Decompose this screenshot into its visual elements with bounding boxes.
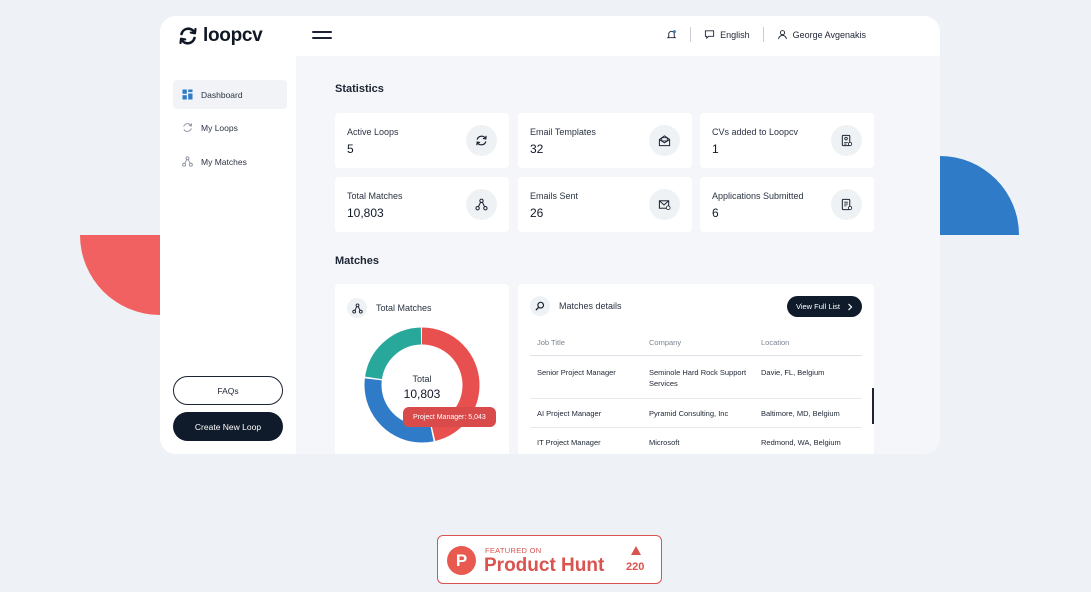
stat-value: 26 — [530, 206, 544, 220]
donut-center-label: Total — [412, 374, 432, 384]
loop-icon — [183, 123, 193, 132]
search-icon — [530, 296, 550, 316]
stat-card-applications-submitted: Applications Submitted 6 — [700, 177, 874, 232]
stat-label: Email Templates — [530, 127, 596, 137]
brand-logo[interactable]: loopcv — [178, 25, 263, 47]
cell-company: Pyramid Consulting, Inc — [649, 409, 729, 418]
stat-value: 32 — [530, 142, 544, 156]
network-icon — [466, 189, 497, 220]
brand-name: loopcv — [203, 25, 263, 46]
stat-label: Total Matches — [347, 191, 403, 201]
view-full-list-label: View Full List — [795, 302, 840, 311]
user-name: George Avgenakis — [792, 29, 866, 40]
language-label: English — [720, 29, 750, 40]
sidebar-item-dashboard[interactable]: Dashboard — [173, 80, 287, 109]
language-selector[interactable]: English — [704, 29, 750, 40]
cv-document-icon — [831, 125, 862, 156]
table-row[interactable]: Senior Project Manager Seminole Hard Roc… — [530, 364, 862, 399]
network-icon — [347, 298, 367, 318]
column-header-job-title[interactable]: Job Title — [537, 338, 645, 347]
donut-header: Total Matches — [347, 298, 432, 318]
matches-title: Matches — [335, 255, 380, 267]
stat-label: Active Loops — [347, 127, 399, 137]
matches-details-card: Matches details View Full List Job Title… — [518, 284, 874, 454]
create-new-loop-button[interactable]: Create New Loop — [173, 412, 283, 441]
refresh-icon — [466, 125, 497, 156]
stat-label: CVs added to Loopcv — [712, 127, 799, 137]
stat-card-cvs-added: CVs added to Loopcv 1 — [700, 113, 874, 168]
chat-bubble-icon — [704, 30, 715, 40]
stat-value: 10,803 — [347, 206, 384, 220]
cell-company: Seminole Hard Rock Support Services — [649, 368, 747, 388]
bell-icon — [666, 30, 677, 39]
cell-job-title: AI Project Manager — [537, 409, 602, 418]
decorative-blue-shape — [940, 156, 1019, 235]
stat-card-active-loops: Active Loops 5 — [335, 113, 509, 168]
notifications-button[interactable] — [666, 29, 677, 40]
table-row[interactable]: IT Project Manager Microsoft Redmond, WA… — [530, 428, 862, 454]
email-sent-icon — [649, 189, 680, 220]
top-bar: loopcv English George Avgenakis — [160, 16, 940, 56]
sidebar-item-label: My Loops — [201, 122, 238, 133]
donut-title: Total Matches — [376, 303, 432, 313]
menu-toggle-icon[interactable] — [312, 31, 332, 41]
cell-location: Redmond, WA, Belgium — [761, 438, 841, 447]
sidebar-item-label: Dashboard — [201, 89, 243, 100]
header-divider — [762, 27, 764, 42]
details-header: Matches details — [530, 296, 622, 316]
table-scrollbar[interactable] — [872, 388, 874, 424]
upvote-arrow-icon — [631, 546, 641, 555]
statistics-title: Statistics — [335, 83, 384, 95]
column-header-location[interactable]: Location — [761, 338, 861, 347]
table-row[interactable]: AI Project Manager Pyramid Consulting, I… — [530, 399, 862, 428]
cell-company: Microsoft — [649, 438, 680, 447]
cell-location: Davie, FL, Belgium — [761, 368, 825, 377]
sidebar-item-my-loops[interactable]: My Loops — [173, 113, 287, 142]
stat-card-email-templates: Email Templates 32 — [518, 113, 692, 168]
dashboard-icon — [182, 89, 193, 100]
loop-logo-icon — [179, 27, 197, 45]
matches-icon — [182, 156, 193, 167]
chevron-right-icon — [848, 303, 853, 310]
cell-location: Baltimore, MD, Belgium — [761, 409, 840, 418]
product-hunt-logo-icon: P — [447, 546, 476, 575]
stat-value: 6 — [712, 206, 719, 220]
application-icon — [831, 189, 862, 220]
column-header-company[interactable]: Company — [649, 338, 757, 347]
app-window: loopcv English George Avgenakis Dashboar… — [160, 16, 940, 454]
faqs-button[interactable]: FAQs — [173, 376, 283, 405]
total-matches-card: Total Matches Total 10,803 — [335, 284, 509, 454]
details-title: Matches details — [559, 301, 622, 311]
sidebar-item-my-matches[interactable]: My Matches — [173, 147, 287, 176]
donut-center-value: 10,803 — [403, 387, 441, 401]
stat-card-total-matches: Total Matches 10,803 — [335, 177, 509, 232]
view-full-list-button[interactable]: View Full List — [786, 296, 862, 317]
user-icon — [777, 30, 787, 40]
header-actions: English George Avgenakis — [666, 27, 866, 42]
stat-value: 5 — [347, 142, 354, 156]
stat-card-emails-sent: Emails Sent 26 — [518, 177, 692, 232]
product-hunt-name: Product Hunt — [484, 555, 605, 576]
stat-value: 1 — [712, 142, 719, 156]
product-hunt-votes: 220 — [626, 561, 645, 573]
table-header: Job Title Company Location — [530, 336, 862, 356]
user-menu[interactable]: George Avgenakis — [777, 29, 866, 40]
product-hunt-badge[interactable]: P FEATURED ON Product Hunt 220 — [437, 535, 662, 584]
product-hunt-featured-label: FEATURED ON — [485, 546, 542, 555]
header-divider — [690, 27, 692, 42]
stat-label: Emails Sent — [530, 191, 579, 201]
cell-job-title: IT Project Manager — [537, 438, 601, 447]
donut-tooltip: Project Manager: 5,043 — [403, 407, 496, 427]
stat-label: Applications Submitted — [712, 191, 804, 201]
cell-job-title: Senior Project Manager — [537, 368, 616, 377]
sidebar: Dashboard My Loops My Matches FAQs Creat… — [160, 56, 296, 454]
decorative-red-shape — [80, 235, 160, 315]
sidebar-item-label: My Matches — [201, 156, 247, 167]
email-template-icon — [649, 125, 680, 156]
